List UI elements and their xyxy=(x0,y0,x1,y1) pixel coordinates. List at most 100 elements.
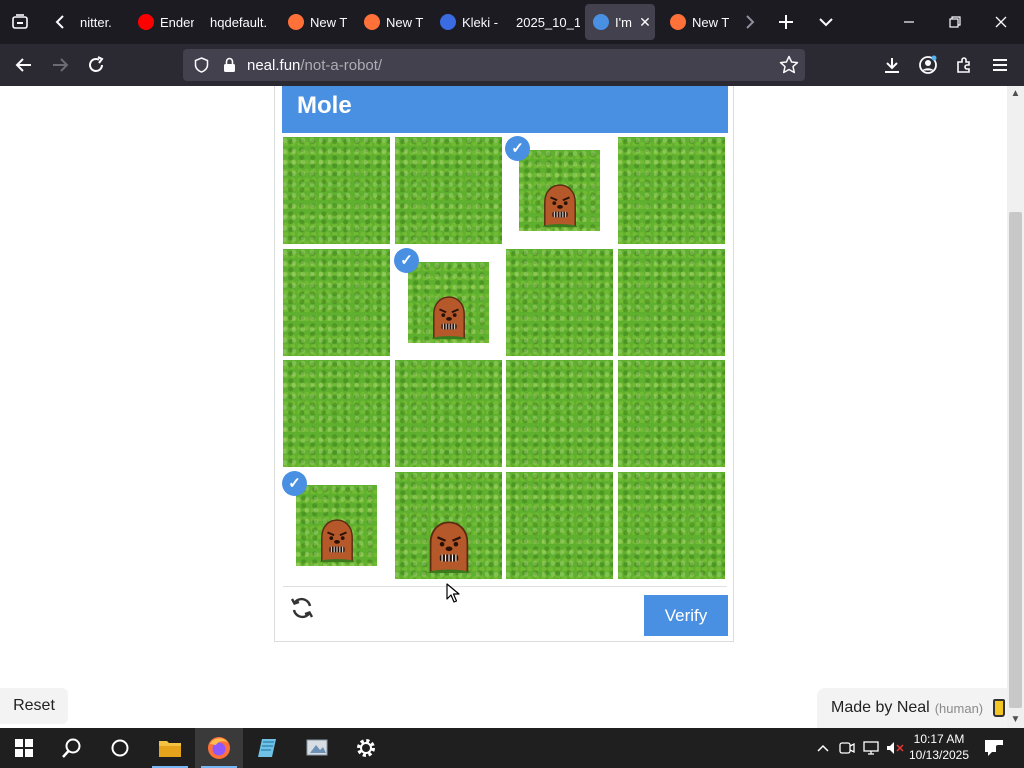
mouse-cursor xyxy=(446,583,460,608)
firefox-taskbar-icon[interactable] xyxy=(195,728,243,768)
captcha-tile[interactable] xyxy=(283,137,390,244)
captcha-widget: Mole ✓ ✓ ✓ Verify xyxy=(274,86,734,642)
browser-tab[interactable]: New T xyxy=(662,4,730,40)
grass-image xyxy=(618,360,725,467)
back-icon[interactable] xyxy=(8,49,40,81)
lock-icon[interactable] xyxy=(219,57,239,73)
cortana-icon[interactable] xyxy=(96,728,144,768)
network-icon[interactable] xyxy=(860,728,882,768)
settings-gear-icon[interactable] xyxy=(342,728,390,768)
tab-favicon-icon xyxy=(593,14,609,30)
new-tab-icon[interactable] xyxy=(770,6,802,38)
windows-taskbar: 10:17 AM 10/13/2025 xyxy=(0,728,1024,768)
minimize-icon[interactable] xyxy=(893,6,925,38)
captcha-tile[interactable]: ✓ xyxy=(505,136,613,244)
captcha-tile[interactable] xyxy=(618,137,725,244)
reload-icon[interactable] xyxy=(80,49,112,81)
tab-title: 2025_10_1 xyxy=(516,14,580,30)
browser-tab[interactable]: hqdefault. xyxy=(202,4,272,40)
captcha-title: Mole xyxy=(297,92,352,119)
captcha-tile[interactable]: ✓ xyxy=(282,471,390,579)
browser-tab[interactable]: nitter. xyxy=(72,4,124,40)
captcha-tile[interactable] xyxy=(283,360,390,467)
captcha-tile[interactable] xyxy=(283,249,390,356)
made-by-badge[interactable]: Made by Neal (human) xyxy=(817,688,1007,728)
scroll-down-icon[interactable]: ▼ xyxy=(1007,712,1024,728)
browser-tab[interactable]: Kleki - xyxy=(432,4,502,40)
bookmark-star-icon[interactable] xyxy=(779,55,799,79)
url-path: /not-a-robot/ xyxy=(300,56,383,74)
selected-check-icon: ✓ xyxy=(282,471,307,496)
browser-tab[interactable]: I'm ✕ xyxy=(585,4,655,40)
notification-icon[interactable] xyxy=(980,728,1008,768)
list-all-tabs-icon[interactable] xyxy=(810,6,842,38)
firefox-view-icon[interactable] xyxy=(4,6,36,38)
grass-image xyxy=(618,249,725,356)
mole-icon xyxy=(319,519,355,562)
captcha-header: Mole xyxy=(282,86,728,133)
tab-title: hqdefault. xyxy=(210,14,268,30)
captcha-tile[interactable] xyxy=(395,360,502,467)
file-explorer-icon[interactable] xyxy=(146,728,194,768)
notepad-icon[interactable] xyxy=(244,728,292,768)
captcha-tile[interactable] xyxy=(618,249,725,356)
captcha-tile[interactable] xyxy=(618,360,725,467)
browser-tab[interactable]: 2025_10_1 xyxy=(508,4,580,40)
tab-favicon-icon xyxy=(138,14,154,30)
clock-time: 10:17 AM xyxy=(913,732,965,746)
show-hidden-icons-icon[interactable] xyxy=(812,728,834,768)
url-text: neal.fun/not-a-robot/ xyxy=(247,57,382,74)
browser-tab[interactable]: New T xyxy=(356,4,424,40)
captcha-tile[interactable] xyxy=(395,137,502,244)
volume-muted-icon[interactable] xyxy=(884,728,906,768)
close-tab-icon[interactable]: ✕ xyxy=(635,14,655,31)
snipping-tool-icon[interactable] xyxy=(293,728,341,768)
reset-button[interactable]: Reset xyxy=(0,688,68,724)
captcha-tile[interactable] xyxy=(506,249,613,356)
meet-now-icon[interactable] xyxy=(836,728,858,768)
captcha-tile[interactable] xyxy=(506,360,613,467)
search-icon[interactable] xyxy=(48,728,96,768)
extensions-icon[interactable] xyxy=(948,49,980,81)
captcha-tile[interactable] xyxy=(506,472,613,579)
restore-icon[interactable] xyxy=(939,6,971,38)
tab-title: nitter. xyxy=(80,14,112,30)
page-scrollbar[interactable]: ▲ ▼ xyxy=(1007,86,1024,728)
scroll-tabs-right-icon[interactable] xyxy=(734,6,766,38)
grass-image xyxy=(283,137,390,244)
app-menu-icon[interactable] xyxy=(984,49,1016,81)
close-window-icon[interactable] xyxy=(985,6,1017,38)
navigation-toolbar: neal.fun/not-a-robot/ xyxy=(0,44,1024,86)
forward-icon[interactable] xyxy=(44,49,76,81)
selected-check-icon: ✓ xyxy=(394,248,419,273)
made-by-text: Made by Neal xyxy=(831,699,930,716)
scrollbar-thumb[interactable] xyxy=(1009,212,1022,708)
grass-image xyxy=(618,137,725,244)
refresh-icon[interactable] xyxy=(287,595,317,625)
start-icon[interactable] xyxy=(0,728,48,768)
tab-strip: nitter. Enden hqdefault. New T New T Kleki - 2… xyxy=(0,0,1024,44)
coffee-cup-icon xyxy=(993,699,1006,717)
captcha-tile[interactable] xyxy=(618,472,725,579)
browser-tab[interactable]: Enden xyxy=(130,4,194,40)
scroll-up-icon[interactable]: ▲ xyxy=(1007,86,1024,102)
grass-image xyxy=(395,360,502,467)
verify-button[interactable]: Verify xyxy=(644,595,728,636)
captcha-tile[interactable] xyxy=(395,472,502,579)
made-by-suffix: (human) xyxy=(934,700,984,716)
address-bar[interactable]: neal.fun/not-a-robot/ xyxy=(183,49,805,81)
browser-tab[interactable]: New T xyxy=(280,4,348,40)
system-clock[interactable]: 10:17 AM 10/13/2025 xyxy=(905,731,973,763)
tab-title: Kleki - xyxy=(462,14,499,30)
tab-title: Enden xyxy=(160,14,194,30)
downloads-icon[interactable] xyxy=(876,49,908,81)
mole-icon xyxy=(542,184,578,227)
tracking-shield-icon[interactable] xyxy=(189,57,213,73)
mole-icon xyxy=(428,521,470,573)
captcha-divider xyxy=(283,586,727,587)
url-host: neal.fun xyxy=(247,56,301,74)
captcha-tile[interactable]: ✓ xyxy=(394,248,502,356)
captcha-grid: ✓ ✓ ✓ xyxy=(282,136,727,581)
account-icon[interactable] xyxy=(912,49,944,81)
tab-title: New T xyxy=(692,14,730,30)
